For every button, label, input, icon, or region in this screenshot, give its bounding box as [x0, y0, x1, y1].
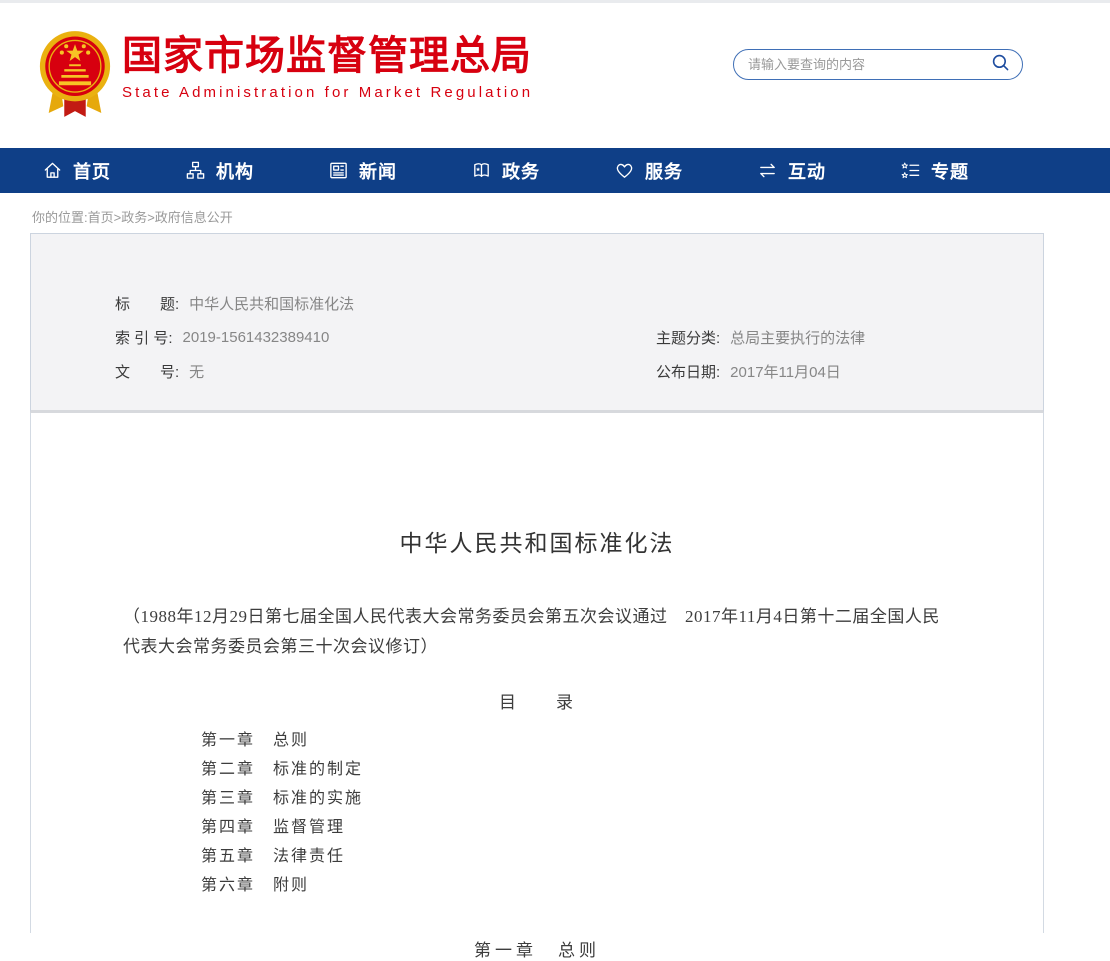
- meta-value-title: 中华人民共和国标准化法: [189, 293, 354, 314]
- nav-item-interaction[interactable]: 互动: [757, 158, 900, 184]
- meta-label-category: 主题分类:: [656, 327, 720, 348]
- nav-label-news: 新闻: [359, 158, 397, 184]
- meta-value-index-number: 2019-1561432389410: [183, 329, 330, 346]
- interaction-icon: [757, 160, 778, 181]
- toc-item: 第二章 标准的制定: [201, 755, 1043, 784]
- services-icon: [614, 160, 635, 181]
- nav-label-topics: 专题: [931, 158, 969, 184]
- toc-item: 第一章 总则: [201, 726, 1043, 755]
- nav-item-news[interactable]: 新闻: [328, 158, 471, 184]
- meta-label-doc-number: 文 号:: [115, 361, 179, 382]
- organization-icon: [185, 160, 206, 181]
- site-title: 国家市场监督管理总局: [122, 33, 533, 79]
- meta-row-doc-number: 文 号: 无 公布日期: 2017年11月04日: [115, 354, 1043, 388]
- site-header: 国家市场监督管理总局 State Administration for Mark…: [0, 3, 1110, 148]
- document-title: 中华人民共和国标准化法: [31, 413, 1043, 558]
- nav-item-organization[interactable]: 机构: [185, 158, 328, 184]
- search-box[interactable]: [733, 49, 1023, 80]
- meta-label-publish-date: 公布日期:: [656, 361, 720, 382]
- search-icon: [990, 52, 1012, 77]
- nav-item-services[interactable]: 服务: [614, 158, 757, 184]
- search-button[interactable]: [990, 52, 1012, 77]
- meta-value-doc-number: 无: [189, 361, 204, 382]
- document-meta-panel: 标 题: 中华人民共和国标准化法 索 引 号: 2019-15614323894…: [30, 233, 1044, 413]
- meta-label-index-number: 索 引 号:: [115, 327, 173, 348]
- main-nav: 首页 机构 新闻: [0, 148, 1110, 193]
- nav-label-services: 服务: [645, 158, 683, 184]
- nav-label-gov-affairs: 政务: [502, 158, 540, 184]
- national-emblem-logo: [36, 29, 114, 121]
- meta-row-title: 标 题: 中华人民共和国标准化法: [115, 286, 1043, 320]
- meta-label-title: 标 题:: [115, 293, 179, 314]
- nav-label-organization: 机构: [216, 158, 254, 184]
- site-subtitle: State Administration for Market Regulati…: [122, 84, 533, 101]
- nav-item-gov-affairs[interactable]: 政务: [471, 158, 614, 184]
- document-body: 中华人民共和国标准化法 （1988年12月29日第七届全国人民代表大会常务委员会…: [30, 413, 1044, 933]
- enactment-note: （1988年12月29日第七届全国人民代表大会常务委员会第五次会议通过 2017…: [123, 602, 951, 662]
- gov-affairs-icon: [471, 160, 492, 181]
- nav-label-interaction: 互动: [788, 158, 826, 184]
- meta-value-category: 总局主要执行的法律: [730, 327, 865, 348]
- topics-icon: [900, 160, 921, 181]
- toc-title: 目 录: [31, 688, 1043, 713]
- news-icon: [328, 160, 349, 181]
- toc-item: 第三章 标准的实施: [201, 784, 1043, 813]
- nav-item-home[interactable]: 首页: [42, 158, 185, 184]
- nav-label-home: 首页: [73, 158, 111, 184]
- meta-value-publish-date: 2017年11月04日: [730, 361, 841, 382]
- toc-item: 第五章 法律责任: [201, 842, 1043, 871]
- breadcrumb[interactable]: 你的位置:首页>政务>政府信息公开: [0, 193, 1110, 233]
- nav-item-topics[interactable]: 专题: [900, 158, 1043, 184]
- toc-item: 第六章 附则: [201, 871, 1043, 900]
- brand: 国家市场监督管理总局 State Administration for Mark…: [122, 33, 533, 101]
- table-of-contents: 第一章 总则 第二章 标准的制定 第三章 标准的实施 第四章 监督管理 第五章 …: [201, 726, 1043, 900]
- search-input[interactable]: [748, 57, 990, 72]
- home-icon: [42, 160, 63, 181]
- meta-row-index: 索 引 号: 2019-1561432389410 主题分类: 总局主要执行的法…: [115, 320, 1043, 354]
- toc-item: 第四章 监督管理: [201, 813, 1043, 842]
